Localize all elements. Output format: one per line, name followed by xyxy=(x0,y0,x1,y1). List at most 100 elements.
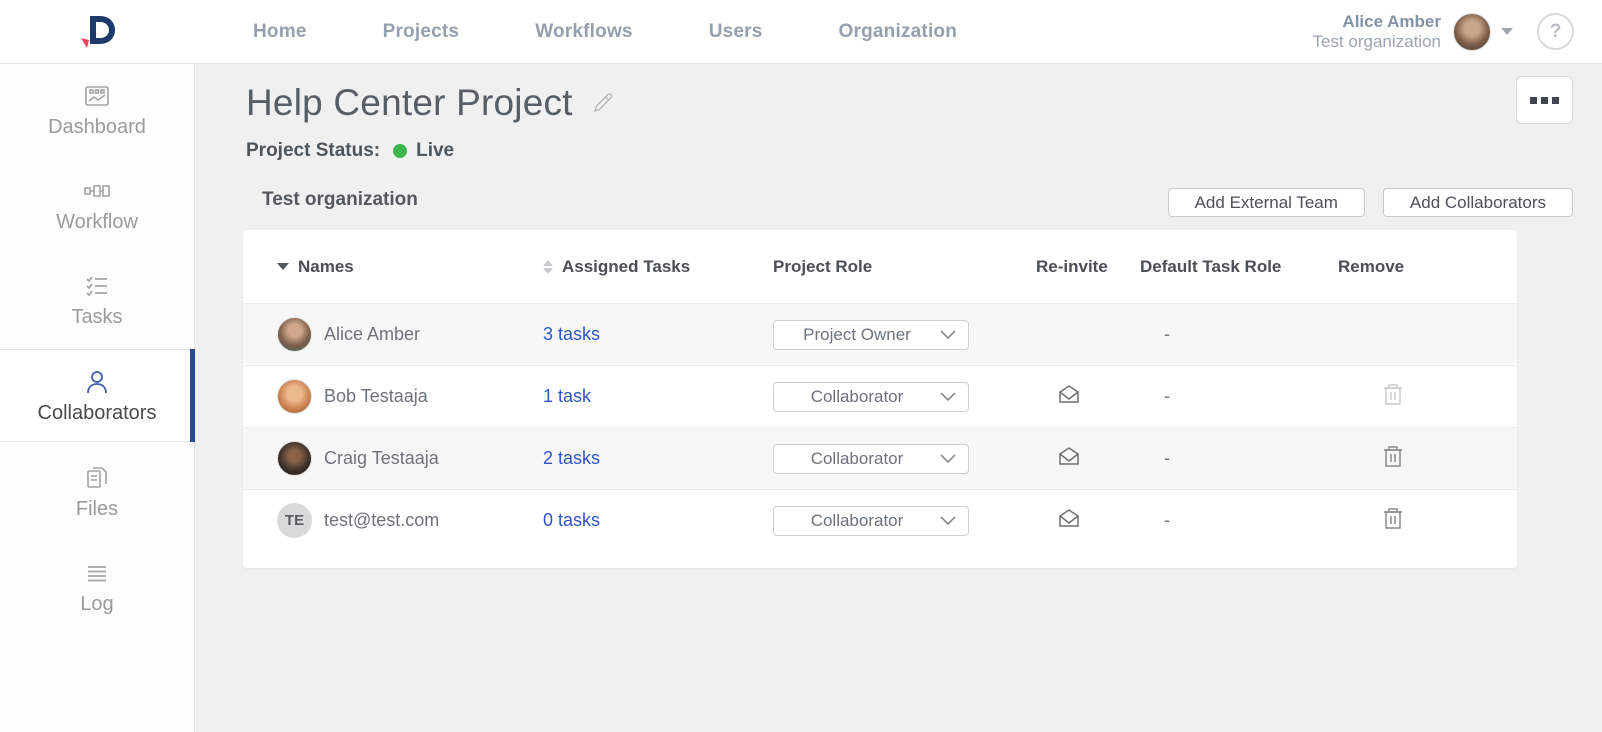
nav-item-users[interactable]: Users xyxy=(709,21,763,43)
sidebar-item-label: Files xyxy=(0,498,194,521)
envelope-open-icon xyxy=(1056,443,1082,469)
column-header-assigned-tasks[interactable]: Assigned Tasks xyxy=(543,257,773,277)
sidebar-item-files[interactable]: Files xyxy=(0,446,194,537)
sidebar-item-tasks[interactable]: Tasks xyxy=(0,254,194,345)
status-live-dot-icon xyxy=(393,144,407,158)
assigned-tasks-link[interactable]: 0 tasks xyxy=(543,510,600,530)
default-task-role-value: - xyxy=(1164,448,1170,468)
brand-logo-icon xyxy=(75,12,121,52)
files-icon xyxy=(83,464,111,492)
envelope-open-icon xyxy=(1056,381,1082,407)
nav-item-home[interactable]: Home xyxy=(253,21,307,43)
table-row: Bob Testaaja 1 task Collaborator xyxy=(243,365,1517,427)
chevron-down-icon xyxy=(940,516,956,526)
trash-icon xyxy=(1382,505,1404,531)
help-button[interactable]: ? xyxy=(1537,13,1574,50)
default-task-role-value: - xyxy=(1164,510,1170,530)
log-icon xyxy=(83,559,111,587)
collaborator-name: Bob Testaaja xyxy=(324,386,428,407)
collaborators-icon xyxy=(83,368,111,396)
add-collaborators-button[interactable]: Add Collaborators xyxy=(1383,188,1573,217)
table-row: Alice Amber 3 tasks Project Owner - xyxy=(243,303,1517,365)
envelope-open-icon xyxy=(1056,505,1082,531)
ellipsis-icon xyxy=(1541,97,1548,104)
assigned-tasks-link[interactable]: 2 tasks xyxy=(543,448,600,468)
brand-logo[interactable] xyxy=(0,12,195,52)
collaborators-table-card: Names Assigned Tasks Project Role Re-inv… xyxy=(243,230,1517,568)
sidebar-item-log[interactable]: Log xyxy=(0,541,194,632)
add-external-team-button[interactable]: Add External Team xyxy=(1168,188,1365,217)
project-status-label: Project Status: xyxy=(246,140,380,162)
column-header-project-role: Project Role xyxy=(773,257,1036,277)
topbar-right: Alice Amber Test organization ? xyxy=(1312,12,1602,51)
avatar xyxy=(277,379,312,414)
assigned-tasks-link[interactable]: 3 tasks xyxy=(543,324,600,344)
user-block: Alice Amber Test organization xyxy=(1312,12,1441,51)
project-status-row: Project Status: Live xyxy=(246,140,1574,162)
remove-collaborator-button[interactable] xyxy=(1382,381,1404,410)
nav-item-projects[interactable]: Projects xyxy=(383,21,460,43)
project-role-select[interactable]: Collaborator xyxy=(773,506,969,536)
main-content: Help Center Project Project Status: Live… xyxy=(195,64,1602,732)
page-title: Help Center Project xyxy=(246,82,573,124)
chevron-down-icon xyxy=(940,330,956,340)
column-header-re-invite: Re-invite xyxy=(1036,257,1140,277)
project-role-select[interactable]: Collaborator xyxy=(773,444,969,474)
edit-title-icon[interactable] xyxy=(591,91,615,115)
remove-collaborator-button[interactable] xyxy=(1382,505,1404,534)
chevron-down-icon xyxy=(940,392,956,402)
page-header: Help Center Project Project Status: Live xyxy=(195,64,1602,162)
avatar-initials: TE xyxy=(277,503,312,538)
project-status-value: Live xyxy=(416,140,454,162)
question-mark-icon: ? xyxy=(1550,21,1562,43)
sidebar-item-dashboard[interactable]: Dashboard xyxy=(0,64,194,155)
column-header-remove: Remove xyxy=(1338,257,1517,277)
sidebar-item-workflow[interactable]: Workflow xyxy=(0,159,194,250)
sidebar-item-label: Collaborators xyxy=(0,402,194,425)
remove-collaborator-button[interactable] xyxy=(1382,443,1404,472)
sidebar-item-label: Log xyxy=(0,593,194,616)
chevron-down-icon xyxy=(940,454,956,464)
sort-desc-icon[interactable] xyxy=(277,263,289,270)
sort-toggle-icon[interactable] xyxy=(543,260,553,274)
default-task-role-value: - xyxy=(1164,386,1170,406)
top-bar: Home Projects Workflows Users Organizati… xyxy=(0,0,1602,64)
re-invite-button[interactable] xyxy=(1056,505,1082,534)
collaborators-section-header: Test organization Add External Team Add … xyxy=(262,188,1573,217)
sidebar-item-label: Dashboard xyxy=(0,116,194,139)
default-task-role-value: - xyxy=(1164,324,1170,344)
re-invite-button[interactable] xyxy=(1056,443,1082,472)
project-role-select[interactable]: Collaborator xyxy=(773,382,969,412)
app-window: Home Projects Workflows Users Organizati… xyxy=(0,0,1602,732)
nav-item-organization[interactable]: Organization xyxy=(839,21,958,43)
ellipsis-icon xyxy=(1530,97,1537,104)
main-nav: Home Projects Workflows Users Organizati… xyxy=(253,21,957,43)
column-header-names[interactable]: Names xyxy=(277,257,543,277)
collaborator-name: test@test.com xyxy=(324,510,439,531)
workflow-icon xyxy=(83,177,111,205)
table-row: TE test@test.com 0 tasks Collaborator xyxy=(243,489,1517,551)
organization-section-title: Test organization xyxy=(262,189,418,217)
re-invite-button[interactable] xyxy=(1056,381,1082,410)
column-header-default-task-role: Default Task Role xyxy=(1140,257,1338,277)
collaborator-name: Alice Amber xyxy=(324,324,420,345)
sidebar-item-collaborators[interactable]: Collaborators xyxy=(0,349,194,442)
project-role-select[interactable]: Project Owner xyxy=(773,320,969,350)
sidebar-item-label: Workflow xyxy=(0,211,194,234)
ellipsis-icon xyxy=(1552,97,1559,104)
user-avatar[interactable] xyxy=(1453,13,1491,51)
user-menu-caret-icon[interactable] xyxy=(1501,28,1513,35)
avatar xyxy=(277,441,312,476)
collaborator-name: Craig Testaaja xyxy=(324,448,439,469)
table-header-row: Names Assigned Tasks Project Role Re-inv… xyxy=(243,230,1517,303)
avatar xyxy=(277,317,312,352)
table-row: Craig Testaaja 2 tasks Collaborator xyxy=(243,427,1517,489)
sidebar: Dashboard Workflow Tasks Coll xyxy=(0,64,195,732)
user-organization: Test organization xyxy=(1312,32,1441,52)
user-name: Alice Amber xyxy=(1312,12,1441,32)
nav-item-workflows[interactable]: Workflows xyxy=(535,21,633,43)
project-options-button[interactable] xyxy=(1516,76,1573,124)
tasks-icon xyxy=(83,272,111,300)
assigned-tasks-link[interactable]: 1 task xyxy=(543,386,591,406)
trash-icon xyxy=(1382,381,1404,407)
